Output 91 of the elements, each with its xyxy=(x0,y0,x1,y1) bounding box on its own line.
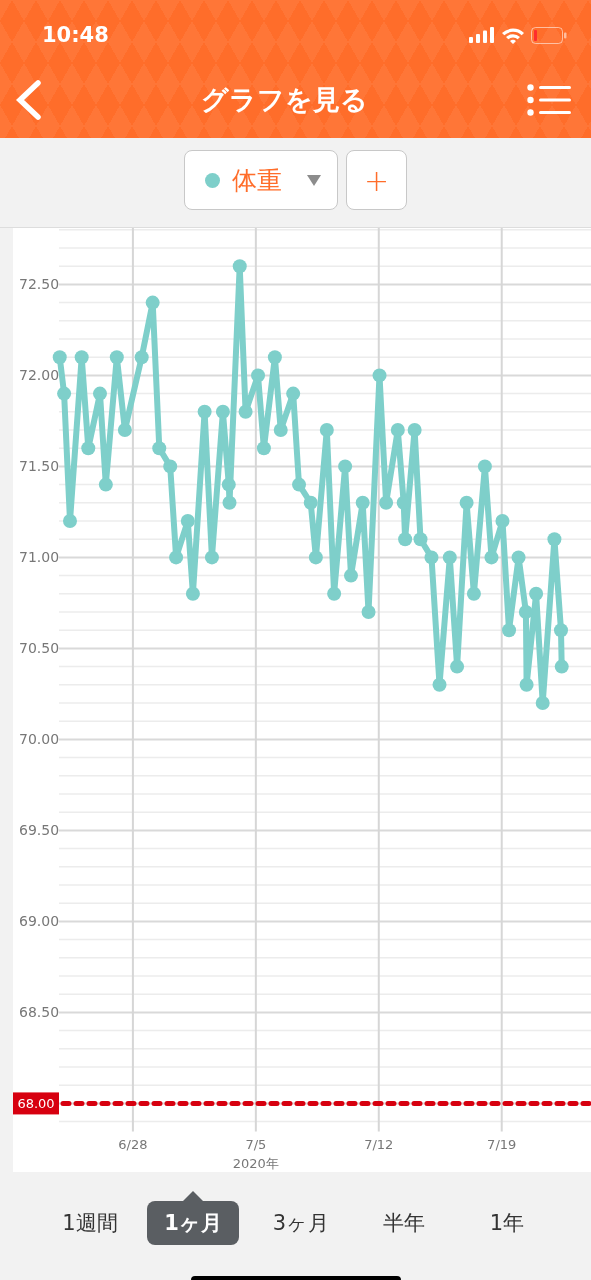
data-point xyxy=(251,368,266,383)
data-point xyxy=(232,259,247,274)
x-axis-label: 2020年 xyxy=(232,1156,279,1171)
data-point xyxy=(185,586,200,601)
data-point xyxy=(319,423,334,437)
data-point xyxy=(484,550,499,565)
y-tick-label: 69.50 xyxy=(19,822,60,839)
data-point xyxy=(215,404,230,419)
data-point xyxy=(93,386,107,401)
data-point xyxy=(407,423,422,437)
menu-button[interactable] xyxy=(527,84,571,116)
data-point xyxy=(57,386,72,401)
data-point xyxy=(52,350,67,365)
data-point xyxy=(256,441,271,456)
y-tick-label: 68.50 xyxy=(19,1004,60,1021)
data-point xyxy=(450,659,465,674)
wifi-icon xyxy=(501,26,525,44)
y-tick-label: 71.00 xyxy=(19,549,60,566)
back-chevron-icon xyxy=(14,80,42,120)
data-point xyxy=(145,295,160,310)
screen-title: グラフを見る xyxy=(201,83,368,117)
data-point xyxy=(286,386,301,401)
data-point xyxy=(511,550,526,565)
data-point xyxy=(459,495,474,510)
data-point xyxy=(117,423,132,437)
x-tick-label: 7/5 xyxy=(245,1137,267,1153)
data-point xyxy=(518,605,533,619)
data-point xyxy=(163,459,178,474)
data-point xyxy=(180,514,195,528)
data-point xyxy=(355,495,370,510)
data-point xyxy=(344,568,358,583)
data-point xyxy=(303,495,318,510)
data-point xyxy=(98,477,113,492)
data-point xyxy=(535,696,550,710)
back-button[interactable] xyxy=(14,80,42,120)
data-point xyxy=(379,495,394,510)
data-point xyxy=(292,477,306,492)
y-tick-label: 72.50 xyxy=(19,276,60,293)
list-menu-icon xyxy=(527,84,571,116)
data-point xyxy=(221,477,236,492)
data-point xyxy=(477,459,492,474)
signal-icon xyxy=(469,27,495,43)
data-point xyxy=(442,550,457,565)
data-point xyxy=(267,350,282,365)
data-point xyxy=(81,441,96,456)
data-point xyxy=(502,623,517,638)
data-point xyxy=(398,532,413,547)
data-point xyxy=(63,514,77,528)
period-tab[interactable]: 1週間 xyxy=(40,1201,140,1245)
battery-icon xyxy=(531,26,567,44)
status-time: 10:48 xyxy=(42,23,109,47)
data-point xyxy=(413,532,428,547)
data-point xyxy=(372,368,387,383)
data-point xyxy=(495,514,510,528)
period-tab[interactable]: 3ヶ月 xyxy=(251,1201,351,1245)
data-point xyxy=(361,605,376,619)
data-point xyxy=(204,550,219,565)
x-tick-label: 7/12 xyxy=(364,1137,394,1153)
tab-pointer-icon xyxy=(183,1191,203,1201)
period-tab[interactable]: 1年 xyxy=(457,1201,557,1245)
caret-icon xyxy=(307,174,321,186)
period-tab[interactable]: 半年 xyxy=(354,1201,454,1245)
data-point xyxy=(466,586,481,601)
y-tick-label: 70.50 xyxy=(19,640,60,657)
data-point xyxy=(547,532,562,547)
data-point xyxy=(424,550,439,565)
y-tick-label: 72.00 xyxy=(19,367,60,384)
data-point xyxy=(152,441,167,456)
target-value-label: 68.00 xyxy=(13,1092,59,1115)
x-tick-label: 6/28 xyxy=(118,1137,148,1153)
data-point xyxy=(327,586,342,601)
data-point xyxy=(308,550,323,565)
data-point xyxy=(390,423,405,437)
y-tick-label: 69.00 xyxy=(19,913,60,930)
data-point xyxy=(338,459,353,474)
data-point xyxy=(238,404,253,419)
data-point xyxy=(529,586,544,601)
data-point xyxy=(432,677,447,692)
y-tick-label: 70.00 xyxy=(19,731,60,748)
data-point xyxy=(134,350,149,365)
data-point xyxy=(197,404,212,419)
x-tick-label: 7/19 xyxy=(487,1137,517,1153)
data-point xyxy=(109,350,124,365)
y-tick-label: 71.50 xyxy=(19,458,60,475)
data-point xyxy=(554,623,568,638)
data-point xyxy=(222,495,237,510)
data-point xyxy=(273,423,288,437)
data-point xyxy=(519,677,534,692)
data-point xyxy=(554,659,569,674)
data-point xyxy=(74,350,89,365)
data-point xyxy=(169,550,184,565)
